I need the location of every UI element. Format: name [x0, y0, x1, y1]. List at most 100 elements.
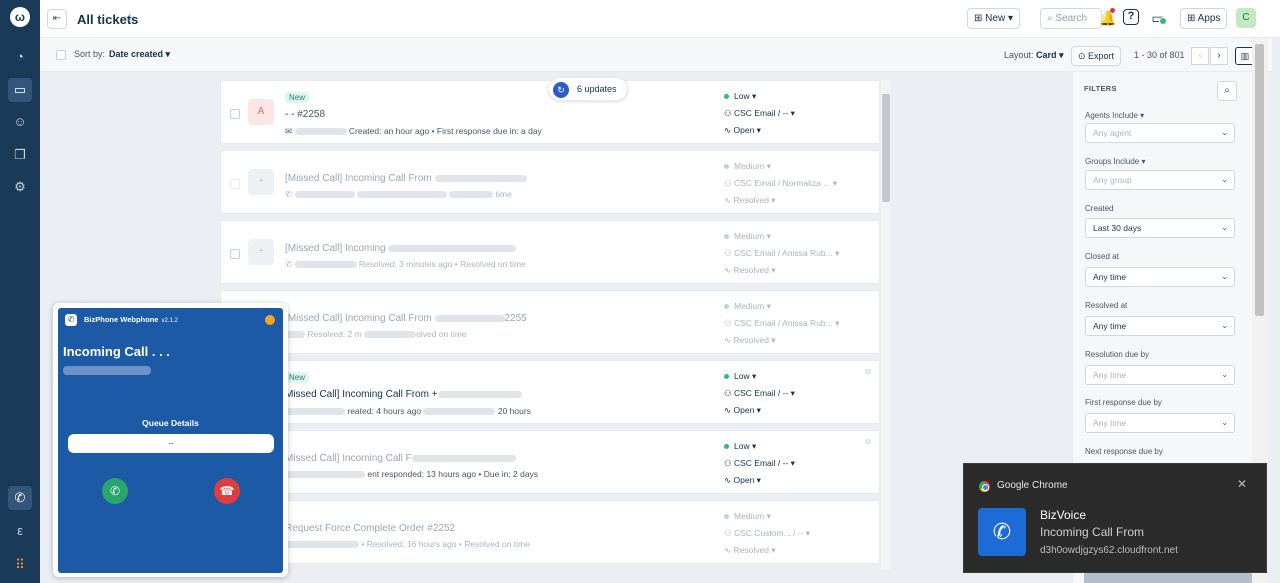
filter-first-response-due-select[interactable]: Any time ⌄: [1085, 413, 1235, 433]
ticket-subject[interactable]: [Missed Call] Incoming Call From 2255: [285, 313, 527, 324]
status-dropdown[interactable]: ∿ Resolved ▾: [724, 265, 776, 276]
status-dropdown[interactable]: ∿ Resolved ▾: [724, 335, 776, 346]
priority-dropdown[interactable]: Medium ▾: [724, 511, 771, 522]
webphone-header[interactable]: ✆ BizPhone Webphone v2.1.2: [58, 308, 283, 332]
updates-pill[interactable]: ↻ 6 updates: [548, 77, 628, 101]
priority-dot: [724, 234, 729, 240]
status-dropdown[interactable]: ∿ Open ▾: [724, 475, 761, 486]
chevron-down-icon: ⌄: [1221, 175, 1228, 184]
ticket-card[interactable]: ⧉ Missed Call] Incoming Call F ent respo…: [220, 430, 880, 494]
priority-dot: [724, 164, 729, 170]
chrome-notification[interactable]: Google Chrome ✕ ✆ BizVoice Incoming Call…: [963, 463, 1267, 573]
ticket-subject[interactable]: - - #2258: [285, 109, 325, 120]
ticket-subject[interactable]: Missed Call] Incoming Call F: [285, 453, 516, 464]
group-agent-dropdown[interactable]: ⚇ CSC Email / -- ▾: [724, 108, 795, 119]
export-button[interactable]: ⊙ Export: [1071, 46, 1122, 66]
admin-gear-icon[interactable]: ⚙: [8, 175, 32, 199]
ticket-checkbox[interactable]: [230, 179, 240, 189]
select-all-checkbox[interactable]: [56, 50, 66, 60]
group-agent-dropdown[interactable]: ⚇ CSC Email / Anissa Rub... ▾: [724, 318, 839, 329]
group-agent-dropdown[interactable]: ⚇ CSC Email / -- ▾: [724, 458, 795, 469]
accept-call-button[interactable]: ✆: [102, 478, 128, 504]
filter-resolution-due-select[interactable]: Any time ⌄: [1085, 365, 1235, 385]
status-dropdown[interactable]: ∿ Open ▾: [724, 405, 761, 416]
group-value: CSC Email / Anissa Rub...: [734, 318, 833, 328]
filter-groups-select[interactable]: Any group ⌄: [1085, 170, 1235, 190]
apps-grid-icon[interactable]: ⠿: [8, 553, 32, 577]
priority-dropdown[interactable]: Low ▾: [724, 441, 756, 452]
redacted-text: [449, 191, 494, 199]
ticket-card[interactable]: + [Missed Call] Incoming Call From ✆ tim…: [220, 150, 880, 214]
ticket-subject[interactable]: [Missed Call] Incoming Call From: [285, 173, 527, 184]
tickets-icon[interactable]: ▭: [8, 78, 32, 102]
prev-page-button[interactable]: ‹: [1191, 47, 1209, 65]
sort-dropdown[interactable]: Date created ▾: [109, 49, 170, 60]
filter-label-groups[interactable]: Groups Include ▾: [1085, 157, 1146, 166]
minimize-icon[interactable]: [265, 315, 275, 325]
priority-value: Medium: [734, 161, 765, 171]
status-icon: ∿: [724, 125, 732, 135]
ticket-card[interactable]: [Missed Call] Incoming Call From 2255 Re…: [220, 290, 880, 354]
new-button[interactable]: ⊞ New ▾: [967, 8, 1020, 29]
layout-dropdown[interactable]: Card ▾: [1036, 50, 1064, 61]
ticket-subject[interactable]: Request Force Complete Order #2252: [285, 523, 455, 534]
next-page-button[interactable]: ›: [1210, 47, 1228, 65]
priority-dropdown[interactable]: Medium ▾: [724, 301, 771, 312]
ticket-subject[interactable]: Missed Call] Incoming Call From +: [285, 389, 522, 400]
status-icon: ∿: [724, 195, 732, 205]
status-dropdown[interactable]: ∿ Resolved ▾: [724, 545, 776, 556]
reject-call-button[interactable]: ☎: [214, 478, 240, 504]
priority-dropdown[interactable]: Low ▾: [724, 91, 756, 102]
filters-search-icon[interactable]: ⌕: [1217, 81, 1237, 101]
group-agent-dropdown[interactable]: ⚇ CSC Custom... / -- ▾: [724, 528, 810, 539]
ticket-list-scrollbar[interactable]: [881, 80, 891, 570]
ticket-subject[interactable]: [Missed Call] Incoming: [285, 243, 517, 254]
ticket-card[interactable]: + [Missed Call] Incoming ✆ Resolved: 3 m…: [220, 220, 880, 284]
priority-dropdown[interactable]: Low ▾: [724, 371, 756, 382]
sidebar-toggle-icon[interactable]: ⇤: [47, 9, 67, 29]
ticket-checkbox[interactable]: [230, 109, 240, 119]
close-icon[interactable]: ✕: [1237, 477, 1247, 491]
group-agent-dropdown[interactable]: ⚇ CSC Email / Anissa Rub... ▾: [724, 248, 839, 259]
apps-button[interactable]: ⊞ Apps: [1180, 8, 1228, 29]
apply-filters-button[interactable]: [1084, 572, 1252, 583]
filter-value: Any time: [1093, 418, 1127, 428]
ticket-meta-text: • Resolved: 16 hours ago • Resolved on t…: [361, 539, 530, 549]
group-agent-dropdown[interactable]: ⚇ CSC Email / Normaliza ... ▾: [724, 178, 837, 189]
status-dropdown[interactable]: ∿ Resolved ▾: [724, 195, 776, 206]
redacted-text: [294, 191, 355, 199]
phone-channel-icon[interactable]: ✆: [8, 486, 32, 510]
user-avatar[interactable]: C: [1236, 8, 1256, 28]
status-icon: ∿: [724, 405, 732, 415]
priority-dropdown[interactable]: Medium ▾: [724, 231, 771, 242]
layout-label: Layout:: [1004, 50, 1034, 60]
ticket-list: A New - - #2258 ✉ Created: an hour ago •…: [220, 80, 880, 575]
filter-value: Any time: [1093, 321, 1127, 331]
group-agent-dropdown[interactable]: ⚇ CSC Email / -- ▾: [724, 388, 795, 399]
freshchat-icon[interactable]: ε: [8, 519, 32, 543]
help-icon[interactable]: ?: [1123, 9, 1139, 25]
top-header: ⇤ All tickets ☆ ⊞ New ▾ ⌕ Search 🔔 ? ▭ ⊞…: [40, 0, 1280, 38]
dashboard-icon[interactable]: ◔: [8, 45, 32, 69]
ticket-card[interactable]: Request Force Complete Order #2252 • Res…: [220, 500, 880, 564]
filter-resolved-at-select[interactable]: Any time ⌄: [1085, 316, 1235, 336]
search-input[interactable]: ⌕ Search: [1040, 8, 1102, 29]
agent-icon: ⚇: [724, 318, 732, 328]
filter-closed-at-select[interactable]: Any time ⌄: [1085, 267, 1235, 287]
knowledge-base-icon[interactable]: ❒: [8, 143, 32, 167]
contacts-icon[interactable]: ☺: [8, 110, 32, 134]
status-dropdown[interactable]: ∿ Open ▾: [724, 125, 761, 136]
filter-created-select[interactable]: Last 30 days ⌄: [1085, 218, 1235, 238]
freshdesk-logo-icon[interactable]: ω: [10, 7, 30, 27]
favorite-star-icon[interactable]: ☆: [124, 10, 136, 26]
ticket-subject-text: Missed Call] Incoming Call From +: [285, 389, 438, 400]
redacted-text: [285, 541, 359, 549]
filter-agents-select[interactable]: Any agent ⌄: [1085, 123, 1235, 143]
filter-label-agents[interactable]: Agents Include ▾: [1085, 111, 1144, 120]
ticket-card[interactable]: ⧉ New Missed Call] Incoming Call From + …: [220, 360, 880, 424]
scrollbar-thumb[interactable]: [1255, 44, 1264, 316]
priority-dropdown[interactable]: Medium ▾: [724, 161, 771, 172]
new-badge: New: [285, 372, 310, 383]
scrollbar-thumb[interactable]: [882, 94, 890, 202]
ticket-checkbox[interactable]: [230, 249, 240, 259]
